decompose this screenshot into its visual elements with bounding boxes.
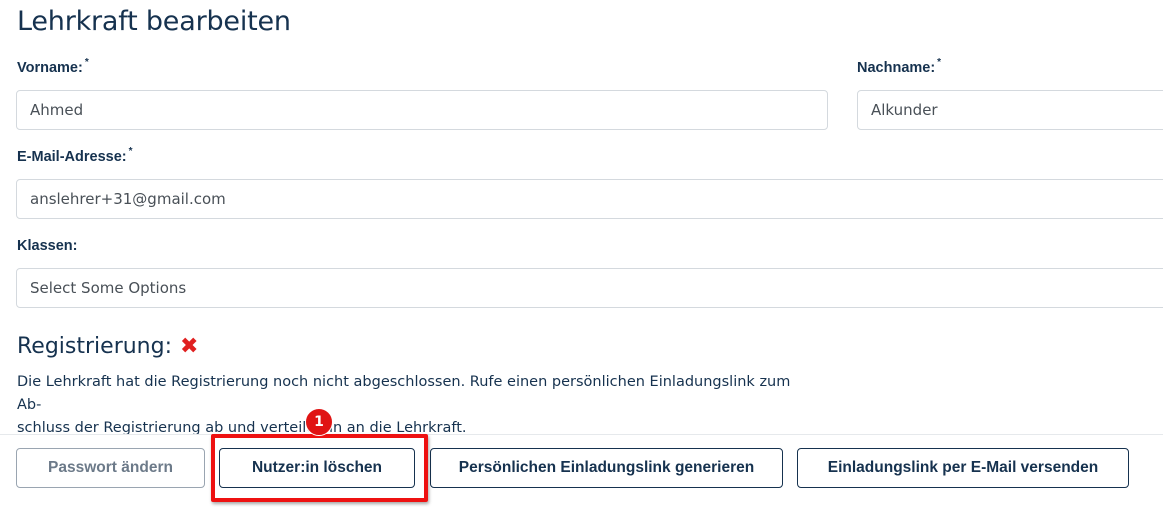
vorname-label: Vorname: * bbox=[17, 57, 89, 76]
registration-description: Die Lehrkraft hat die Registrierung noch… bbox=[17, 371, 817, 440]
nachname-label-text: Nachname: bbox=[857, 60, 936, 76]
divider bbox=[0, 434, 1163, 435]
email-label: E-Mail-Adresse: * bbox=[17, 146, 133, 165]
vorname-label-text: Vorname: bbox=[17, 60, 83, 76]
email-input[interactable]: anslehrer+31@gmail.com bbox=[16, 179, 1163, 219]
step-marker: 1 bbox=[305, 408, 333, 436]
nachname-label: Nachname: * bbox=[857, 57, 942, 76]
required-mark: * bbox=[84, 57, 89, 68]
registration-title: Registrierung: bbox=[17, 334, 172, 359]
klassen-multiselect[interactable]: Select Some Options bbox=[16, 268, 1163, 308]
required-mark: * bbox=[128, 146, 133, 157]
vorname-input[interactable]: Ahmed bbox=[16, 90, 828, 130]
registration-heading: Registrierung: ✖ bbox=[17, 334, 198, 359]
nachname-input[interactable]: Alkunder bbox=[857, 90, 1163, 130]
required-mark: * bbox=[937, 57, 942, 68]
email-label-text: E-Mail-Adresse: bbox=[17, 149, 127, 165]
edit-teacher-page: Lehrkraft bearbeiten Vorname: * Ahmed Nac… bbox=[0, 0, 1163, 507]
klassen-label: Klassen: bbox=[17, 238, 78, 254]
page-title: Lehrkraft bearbeiten bbox=[17, 6, 291, 37]
send-invite-email-button[interactable]: Einladungslink per E-Mail versenden bbox=[797, 448, 1129, 488]
description-line: Die Lehrkraft hat die Registrierung noch… bbox=[17, 374, 791, 413]
delete-user-button[interactable]: Nutzer:in löschen bbox=[219, 448, 415, 488]
x-icon: ✖ bbox=[180, 333, 199, 359]
generate-invite-link-button[interactable]: Persönlichen Einladungslink generieren bbox=[430, 448, 783, 488]
description-line: schluss der Registrierung ab und verteil… bbox=[17, 420, 467, 436]
change-password-button[interactable]: Passwort ändern bbox=[16, 448, 205, 488]
